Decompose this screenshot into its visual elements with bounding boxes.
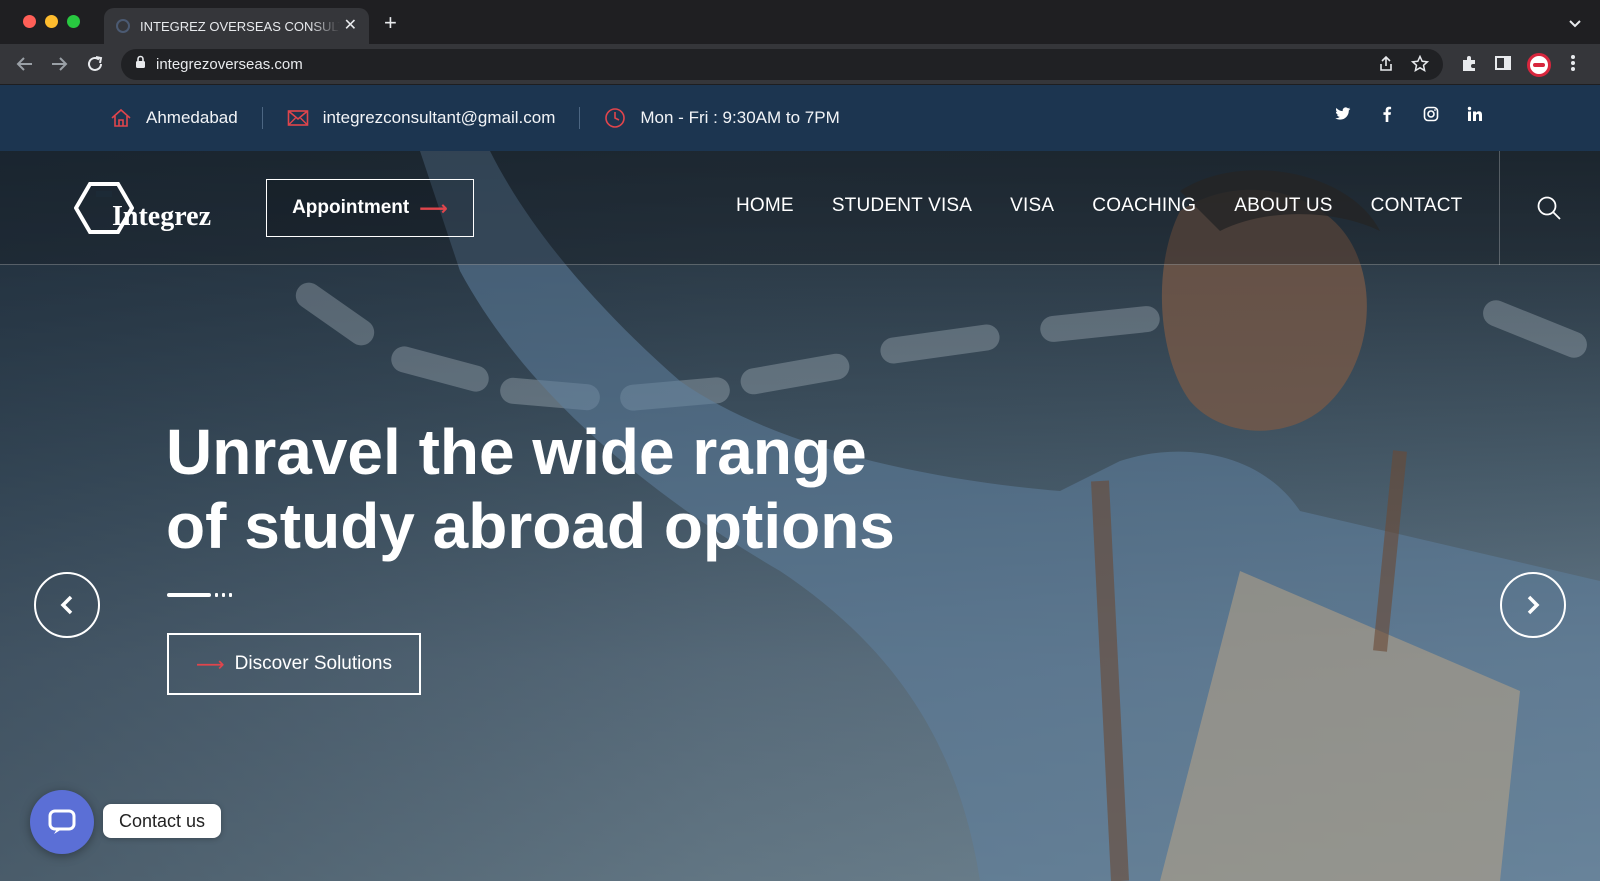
nav-contact[interactable]: CONTACT (1371, 195, 1463, 217)
site-logo[interactable]: Integrez (74, 181, 211, 235)
reload-icon[interactable] (84, 53, 106, 75)
location-text: Ahmedabad (146, 108, 238, 127)
logo-text: Integrez (112, 201, 211, 232)
email-link[interactable]: integrezconsultant@gmail.com (323, 108, 556, 128)
back-icon[interactable] (14, 53, 36, 75)
site-header: Integrez Appointment ⟶ HOME STUDENT VISA… (0, 151, 1600, 265)
minimize-window-button[interactable] (45, 15, 58, 28)
linkedin-icon[interactable] (1466, 106, 1484, 126)
tab-close-icon[interactable]: ✕ (344, 18, 357, 34)
nav-coaching[interactable]: COACHING (1092, 195, 1196, 217)
home-icon (111, 108, 131, 127)
chevron-right-icon (1527, 595, 1540, 615)
chevron-left-icon (60, 595, 73, 615)
menu-icon[interactable] (1570, 54, 1576, 77)
maximize-window-button[interactable] (67, 15, 80, 28)
chat-widget-button[interactable] (30, 790, 94, 854)
profile-avatar[interactable] (1527, 53, 1551, 77)
twitter-icon[interactable] (1334, 107, 1352, 125)
headline-line-1: Unravel the wide range (166, 416, 867, 488)
browser-tab[interactable]: INTEGREZ OVERSEAS CONSULTANT ✕ (104, 8, 369, 44)
discover-label: Discover Solutions (234, 653, 392, 674)
favicon-icon (116, 19, 130, 33)
instagram-icon[interactable] (1422, 106, 1440, 126)
chat-bubble-icon (48, 809, 76, 834)
side-panel-icon[interactable] (1494, 54, 1512, 77)
hero-headline: Unravel the wide range of study abroad o… (166, 415, 926, 563)
discover-solutions-button[interactable]: ⟶ Discover Solutions (167, 633, 421, 695)
website-viewport: Ahmedabad integrezconsultant@gmail.com M… (0, 85, 1600, 881)
nav-visa[interactable]: VISA (1010, 195, 1054, 217)
main-navigation: HOME STUDENT VISA VISA COACHING ABOUT US… (736, 195, 1463, 217)
tab-title: INTEGREZ OVERSEAS CONSULTANT (140, 18, 340, 34)
share-icon[interactable] (1377, 55, 1395, 78)
email-item[interactable]: integrezconsultant@gmail.com (287, 108, 556, 128)
hours-text: Mon - Fri : 9:30AM to 7PM (640, 108, 840, 127)
chat-widget-label[interactable]: Contact us (103, 804, 222, 838)
facebook-icon[interactable] (1378, 106, 1396, 126)
appointment-button[interactable]: Appointment ⟶ (266, 179, 474, 237)
nav-student-visa[interactable]: STUDENT VISA (832, 195, 972, 217)
url-text: integrezoverseas.com (156, 56, 303, 73)
close-window-button[interactable] (23, 15, 36, 28)
contact-info-bar: Ahmedabad integrezconsultant@gmail.com M… (0, 85, 1600, 151)
address-bar[interactable]: integrezoverseas.com (121, 49, 1443, 80)
new-tab-button[interactable]: + (384, 12, 397, 34)
nav-home[interactable]: HOME (736, 195, 794, 217)
hero-slider: Integrez Appointment ⟶ HOME STUDENT VISA… (0, 151, 1600, 881)
slider-prev-button[interactable] (34, 572, 100, 638)
headline-underline (167, 593, 232, 597)
nav-about-us[interactable]: ABOUT US (1234, 195, 1332, 217)
hours-item: Mon - Fri : 9:30AM to 7PM (604, 107, 840, 129)
forward-icon[interactable] (48, 53, 70, 75)
browser-tab-bar: INTEGREZ OVERSEAS CONSULTANT ✕ + (0, 0, 1600, 44)
arrow-right-icon: ⟶ (419, 197, 448, 220)
browser-toolbar: integrezoverseas.com (0, 44, 1600, 85)
divider (261, 107, 263, 129)
tab-search-chevron-icon[interactable] (1568, 16, 1582, 34)
social-links (1334, 106, 1484, 126)
arrow-right-icon: ⟶ (195, 653, 225, 676)
search-icon[interactable] (1536, 195, 1562, 226)
divider (579, 107, 581, 129)
location-item: Ahmedabad (110, 107, 238, 129)
slider-next-button[interactable] (1500, 572, 1566, 638)
envelope-icon (287, 110, 308, 126)
clock-icon (605, 108, 626, 128)
headline-line-2: of study abroad options (166, 490, 895, 562)
extensions-icon[interactable] (1460, 54, 1478, 77)
lock-icon[interactable] (135, 55, 146, 74)
appointment-label: Appointment (292, 197, 410, 218)
divider (1499, 151, 1500, 265)
bookmark-star-icon[interactable] (1410, 54, 1430, 78)
